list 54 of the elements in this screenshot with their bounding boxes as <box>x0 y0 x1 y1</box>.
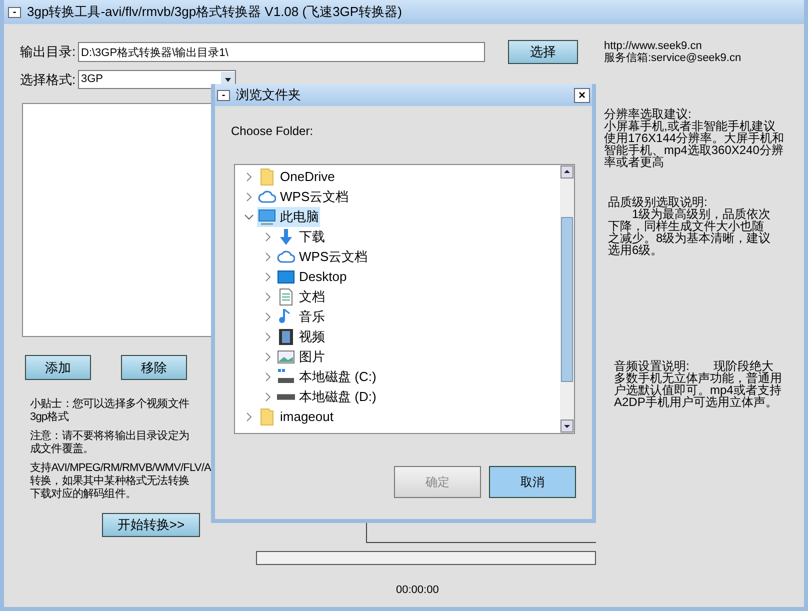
dialog-button[interactable]: 取消 <box>489 466 576 498</box>
format-dropdown[interactable]: 3GP <box>78 70 236 89</box>
folder-icon <box>258 168 276 186</box>
audio-note: 音频设置说明: 现阶段绝大 多数手机无立体声功能，普通用 户选默认值即可。mp4或者支持 A2DP手机用户可选用立体声。 <box>614 360 783 408</box>
resolution-note: 分辨率选取建议: 小屏幕手机,或者非智能手机建议 使用176X144分辨率。大屏手机和 智能手机、mp4选取360X240分辨 率或者更高 <box>604 108 786 168</box>
folder-icon <box>258 408 276 426</box>
desktop-icon <box>277 268 295 286</box>
tree-item[interactable]: 下载 <box>276 227 326 247</box>
dialog-prompt: Choose Folder: <box>231 123 314 140</box>
tree-item[interactable]: imageout <box>257 407 334 427</box>
cloud-icon <box>277 248 295 266</box>
system-menu-button[interactable]: - <box>8 6 21 18</box>
tree-item[interactable]: 图片 <box>276 347 326 367</box>
start-conversion-button[interactable]: 开始转换>> <box>102 513 200 537</box>
field-label: 输出目录: <box>20 43 77 62</box>
tip-text: 小贴士：您可以选择多个视频文件 3gp格式 <box>30 398 190 424</box>
tree-item[interactable]: 视频 <box>276 327 326 347</box>
tree-item[interactable]: WPS云文档 <box>257 187 350 207</box>
scroll-down-icon[interactable] <box>560 419 574 433</box>
dialog-title: 浏览文件夹 <box>236 86 302 104</box>
image-icon <box>277 348 295 366</box>
system-menu-button[interactable]: - <box>217 90 230 100</box>
cloud-icon <box>258 188 276 206</box>
list-action-button[interactable]: 添加 <box>25 355 91 380</box>
browse-button[interactable]: 选择 <box>508 40 578 64</box>
field-label: 选择格式: <box>20 70 77 89</box>
contact-info: http://www.seek9.cn 服务信箱:service@seek9.cn <box>604 40 742 64</box>
tree-item[interactable]: OneDrive <box>257 167 336 187</box>
film-icon <box>277 328 295 346</box>
close-button[interactable]: × <box>574 88 590 102</box>
tree-item[interactable]: 此电脑 <box>257 207 320 227</box>
scroll-up-icon[interactable] <box>560 165 574 179</box>
chevron-down-icon <box>244 212 254 222</box>
tip-text: 支持AVI/MPEG/RM/RMVB/WMV/FLV/A 转换，如果其中某种格式无法转换 下载对应的解码组件。 <box>30 462 212 501</box>
drive-icon <box>277 368 295 386</box>
tree-item[interactable]: 音乐 <box>276 307 326 327</box>
scroll-thumb[interactable] <box>561 216 573 382</box>
document-icon <box>277 288 295 306</box>
tip-text: 注意：请不要将将输出目录设定为 成文件覆盖。 <box>30 430 190 456</box>
window-title: 3gp转换工具-avi/flv/rmvb/3gp格式转换器 V1.08 (飞速3GP转换器) <box>27 3 402 22</box>
quality-note: 品质级别选取说明: 1级为最高级别，品质依次 下降，同样生成文件大小也随 之减少。8级为基本清晰，建议 选用6级。 <box>608 196 772 256</box>
tree-item[interactable]: 本地磁盘 (D:) <box>276 387 378 407</box>
tree-item[interactable]: 文档 <box>276 287 326 307</box>
tree-item[interactable]: 本地磁盘 (C:) <box>276 367 378 387</box>
computer-icon <box>258 208 276 226</box>
folder-tree[interactable]: OneDrive WPS云文档 此电脑 下载 WPS云文档 Desktop 文档 音乐 视频 图片 本地磁盘 (C:) 本地磁盘 (D:) imageout <box>234 164 575 434</box>
output-directory-field[interactable]: D:\3GP格式转换器\输出目录1\ <box>78 42 485 62</box>
elapsed-time: 00:00:00 <box>396 582 439 598</box>
tree-item[interactable]: WPS云文档 <box>276 247 369 267</box>
scrollbar[interactable] <box>560 165 574 433</box>
tree-item[interactable]: Desktop <box>276 267 348 287</box>
list-action-button[interactable]: 移除 <box>121 355 187 380</box>
drive-icon <box>277 394 295 400</box>
download-arrow-icon <box>277 228 295 246</box>
